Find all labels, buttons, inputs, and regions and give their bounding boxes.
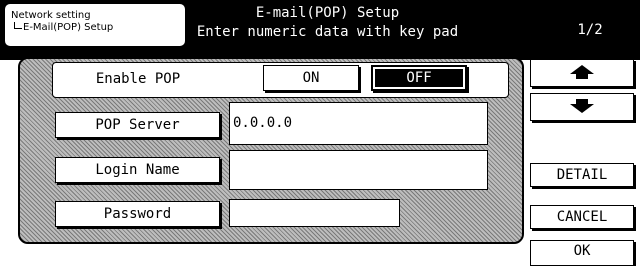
- arrow-down-icon: [570, 99, 594, 113]
- header-bar: Network setting E-Mail(POP) Setup E-mail…: [0, 0, 640, 60]
- pop-server-field[interactable]: 0.0.0.0: [229, 102, 488, 145]
- tree-connector-icon: [14, 22, 22, 29]
- ok-button[interactable]: OK: [530, 240, 634, 266]
- login-name-button[interactable]: Login Name: [55, 157, 220, 183]
- password-field[interactable]: [229, 199, 400, 227]
- password-button[interactable]: Password: [55, 201, 220, 227]
- breadcrumb-current: E-Mail(POP) Setup: [23, 22, 114, 33]
- login-name-field[interactable]: [229, 150, 488, 190]
- breadcrumb-parent: Network setting: [11, 10, 91, 21]
- detail-button[interactable]: DETAIL: [530, 163, 634, 187]
- enable-pop-on-button[interactable]: ON: [263, 65, 359, 91]
- scroll-up-button[interactable]: [530, 59, 634, 87]
- page-instruction: Enter numeric data with key pad: [196, 24, 459, 40]
- pop-server-button[interactable]: POP Server: [55, 112, 220, 138]
- page-title: E-mail(POP) Setup: [255, 5, 400, 21]
- breadcrumb[interactable]: Network setting E-Mail(POP) Setup: [4, 3, 186, 47]
- cancel-button[interactable]: CANCEL: [530, 205, 634, 229]
- enable-pop-label: Enable POP: [95, 71, 181, 87]
- page-indicator: 1/2: [577, 22, 603, 38]
- enable-pop-off-button[interactable]: OFF: [371, 65, 467, 91]
- scroll-down-button[interactable]: [530, 93, 634, 121]
- arrow-up-icon: [570, 65, 594, 79]
